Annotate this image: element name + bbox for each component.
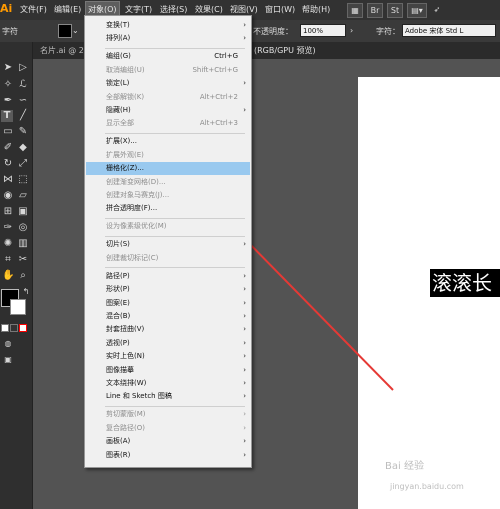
menu-item-label: 切片(S) <box>106 240 130 249</box>
menu-item-label: 栅格化(Z)... <box>106 164 144 173</box>
menu-item-label: 锁定(L) <box>106 79 130 88</box>
menu-item-label: 拼合透明度(F)... <box>106 204 158 213</box>
menu-item-label: 设为像素级优化(M) <box>106 222 167 231</box>
menu-item[interactable]: 图表(R) › <box>86 449 250 462</box>
submenu-arrow-icon: › <box>243 79 246 88</box>
submenu-arrow-icon: › <box>243 379 246 387</box>
menu-item[interactable]: 拼合透明度(F)... <box>86 202 250 215</box>
menu-item-label: 创建渐变网格(D)... <box>106 177 166 186</box>
menu-item: 取消编组(U) Shift+Ctrl+G <box>86 64 250 77</box>
menu-item-label: 取消编组(U) <box>106 65 145 74</box>
submenu-arrow-icon: › <box>243 34 246 43</box>
menu-item[interactable]: 封套扭曲(V) › <box>86 323 250 336</box>
menu-item-label: 扩展(X)... <box>106 137 137 146</box>
menu-item-label: 路径(P) <box>106 271 130 280</box>
menu-item-label: 显示全部 <box>106 119 134 128</box>
menu-item-label: 图像描摹 <box>106 365 134 374</box>
menu-item-label: 创建裁切标记(C) <box>106 253 159 262</box>
menu-item[interactable]: 排列(A) › <box>86 32 250 45</box>
menu-item: 复合路径(O) › <box>86 422 250 435</box>
menu-item: 创建裁切标记(C) <box>86 252 250 265</box>
menu-separator <box>105 47 245 49</box>
menu-separator <box>105 132 245 134</box>
menu-item[interactable]: 隐藏(H) › <box>86 104 250 117</box>
menu-item-label: 封套扭曲(V) <box>106 325 145 334</box>
submenu-arrow-icon: › <box>243 106 246 114</box>
watermark-brand: Bai 经验 <box>385 461 424 472</box>
menu-separator <box>105 405 245 407</box>
menu-item[interactable]: 切片(S) › <box>86 238 250 251</box>
menu-item[interactable]: 实时上色(N) › <box>86 350 250 363</box>
menu-item[interactable]: Line 和 Sketch 图稿 › <box>86 390 250 403</box>
submenu-arrow-icon: › <box>243 450 246 459</box>
submenu-arrow-icon: › <box>243 285 246 294</box>
watermark-url: jingyan.baidu.com <box>390 482 464 491</box>
submenu-arrow-icon: › <box>243 338 246 347</box>
menu-item[interactable]: 扩展(X)... <box>86 135 250 148</box>
menu-item-label: 实时上色(N) <box>106 352 145 361</box>
menu-item[interactable]: 文本绕排(W) › <box>86 377 250 390</box>
menu-item-label: 画板(A) <box>106 437 131 446</box>
submenu-arrow-icon: › <box>243 437 246 446</box>
menu-item-label: 编组(G) <box>106 52 131 61</box>
menu-item[interactable]: 变换(T) › <box>86 19 250 32</box>
menu-item[interactable]: 混合(B) › <box>86 310 250 323</box>
menu-item-label: 透视(P) <box>106 338 130 347</box>
menu-separator <box>105 235 245 237</box>
submenu-arrow-icon: › <box>243 271 246 280</box>
menu-item-label: 隐藏(H) <box>106 106 131 114</box>
menu-item: 扩展外观(E) <box>86 149 250 162</box>
menu-item-label: 图案(E) <box>106 298 130 307</box>
menu-item-label: 混合(B) <box>106 312 131 320</box>
menu-item-shortcut: Alt+Ctrl+3 <box>199 119 238 128</box>
menu-item[interactable]: 图案(E) › <box>86 297 250 310</box>
menu-item[interactable]: 路径(P) › <box>86 270 250 283</box>
submenu-arrow-icon: › <box>243 21 246 29</box>
submenu-arrow-icon: › <box>243 423 246 432</box>
menu-item-label: 形状(P) <box>106 285 130 294</box>
menu-separator <box>105 267 245 268</box>
menu-item[interactable]: 画板(A) › <box>86 435 250 448</box>
submenu-arrow-icon: › <box>243 365 246 374</box>
menu-item-shortcut: Ctrl+G <box>214 52 238 61</box>
submenu-arrow-icon: › <box>243 352 246 361</box>
submenu-arrow-icon: › <box>243 240 246 249</box>
menu-item[interactable]: 透视(P) › <box>86 337 250 350</box>
menu-item: 设为像素级优化(M) <box>86 220 250 233</box>
menu-item-label: 图表(R) <box>106 450 131 459</box>
submenu-arrow-icon: › <box>243 298 246 307</box>
menu-item-label: 全部解锁(K) <box>106 92 145 101</box>
menu-item-label: 排列(A) <box>106 34 131 43</box>
menu-item-shortcut: Shift+Ctrl+G <box>192 65 238 74</box>
submenu-arrow-icon: › <box>243 410 246 419</box>
menu-item-label: 文本绕排(W) <box>106 379 147 387</box>
menu-item-label: 复合路径(O) <box>106 423 145 432</box>
menu-item: 创建渐变网格(D)... <box>86 176 250 189</box>
menu-item[interactable]: 形状(P) › <box>86 283 250 296</box>
menu-item[interactable]: 栅格化(Z)... <box>86 162 250 176</box>
menu-item-label: 扩展外观(E) <box>106 150 144 159</box>
menu-item-label: 创建对象马赛克(J)... <box>106 191 170 199</box>
submenu-arrow-icon: › <box>243 392 246 401</box>
object-menu-dropdown: 变换(T) › 排列(A) › 编组(G) Ctrl+G 取消编组(U) Shift+Ctrl… <box>84 15 252 468</box>
menu-item: 剪切蒙版(M) › <box>86 408 250 421</box>
menu-separator <box>105 217 245 219</box>
menu-item[interactable]: 锁定(L) › <box>86 77 250 90</box>
menu-item[interactable]: 图像描摹 › <box>86 364 250 377</box>
menu-item[interactable]: 编组(G) Ctrl+G <box>86 50 250 63</box>
menu-item-label: 剪切蒙版(M) <box>106 410 146 419</box>
menu-item-shortcut: Alt+Ctrl+2 <box>199 92 238 101</box>
menu-item: 显示全部 Alt+Ctrl+3 <box>86 117 250 130</box>
menu-item: 全部解锁(K) Alt+Ctrl+2 <box>86 91 250 104</box>
menu-item-label: 变换(T) <box>106 21 130 29</box>
submenu-arrow-icon: › <box>243 312 246 320</box>
menu-item: 创建对象马赛克(J)... <box>86 189 250 202</box>
submenu-arrow-icon: › <box>243 325 246 334</box>
menu-item-label: Line 和 Sketch 图稿 <box>106 392 172 401</box>
